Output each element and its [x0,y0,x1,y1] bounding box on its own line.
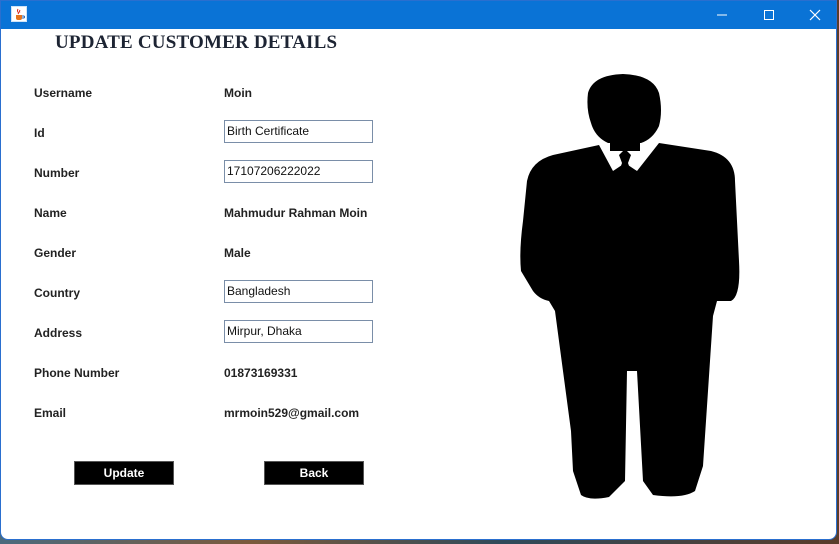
gender-value: Male [224,246,251,260]
name-value: Mahmudur Rahman Moin [224,206,368,220]
minimize-icon [717,14,727,16]
country-label: Country [34,286,80,300]
phone-value: 01873169331 [224,366,298,380]
name-label: Name [34,206,67,220]
maximize-icon [764,10,774,20]
update-button[interactable]: Update [74,461,174,485]
number-field[interactable]: 17107206222022 [224,160,373,183]
gender-label: Gender [34,246,77,260]
email-value: mrmoin529@gmail.com [224,406,360,420]
businessman-silhouette-image [520,74,740,499]
phone-label: Phone Number [34,366,120,380]
country-field[interactable]: Bangladesh [224,280,373,303]
minimize-button[interactable] [699,1,745,29]
id-field[interactable]: Birth Certificate [224,120,373,143]
close-icon [809,9,821,21]
close-button[interactable] [792,1,836,29]
id-label: Id [34,126,45,140]
maximize-button[interactable] [746,1,792,29]
title-bar[interactable] [1,1,836,29]
update-customer-window: UPDATE CUSTOMER DETAILS Username Moin Id… [0,0,837,540]
address-field[interactable]: Mirpur, Dhaka [224,320,373,343]
page-title: UPDATE CUSTOMER DETAILS [55,32,338,53]
number-label: Number [34,166,80,180]
username-value: Moin [224,86,252,100]
back-button[interactable]: Back [264,461,364,485]
address-label: Address [34,326,83,340]
email-label: Email [34,406,67,420]
java-coffee-cup-icon [11,6,27,22]
username-label: Username [34,86,93,100]
